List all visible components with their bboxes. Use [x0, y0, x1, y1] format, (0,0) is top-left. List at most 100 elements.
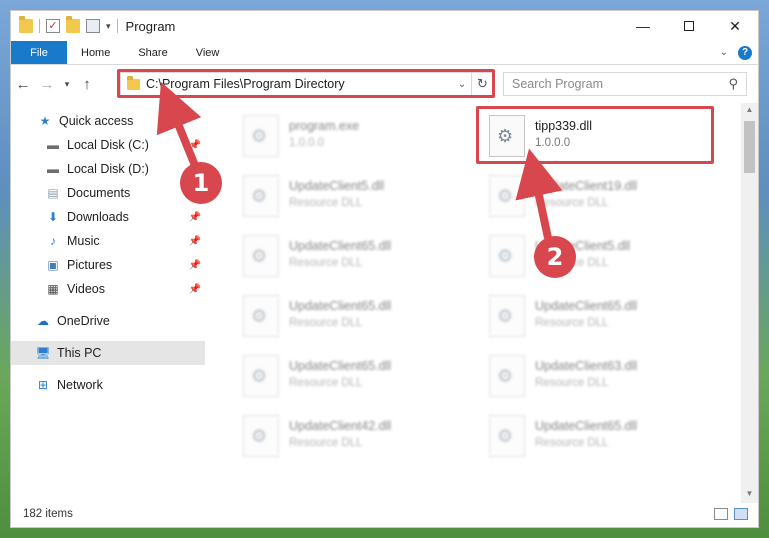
file-type: Resource DLL: [289, 257, 363, 269]
file-type: Resource DLL: [535, 437, 609, 449]
file-name: UpdateClient65.dll: [289, 359, 392, 373]
sidebar-item-network[interactable]: ⊞ Network: [11, 373, 205, 397]
file-item[interactable]: UpdateClient65.dll Resource DLL: [237, 291, 467, 347]
computer-icon: 🖥: [35, 346, 51, 360]
tab-file[interactable]: File: [11, 41, 67, 64]
sidebar-item-downloads[interactable]: ⬇ Downloads 📌: [11, 205, 205, 229]
drive-icon: ▬: [47, 138, 59, 152]
file-item[interactable]: UpdateClient19.dll Resource DLL: [483, 171, 713, 227]
file-version: 1.0.0.0: [289, 137, 325, 149]
download-icon: ⬇: [47, 210, 59, 224]
dll-file-icon: [243, 415, 279, 457]
address-dropdown-chevron-icon[interactable]: ⌄: [453, 79, 471, 90]
scroll-up-arrow-icon[interactable]: ▲: [741, 105, 758, 119]
sidebar-item-onedrive[interactable]: ☁ OneDrive: [11, 309, 205, 333]
window-title: Program: [125, 18, 176, 34]
navigation-pane: ★ Quick access ▬ Local Disk (C:) 📌 ▬ Loc…: [11, 103, 205, 503]
file-name: UpdateClient65.dll: [535, 299, 638, 313]
file-item[interactable]: UpdateClient5.dllResource DLL: [483, 231, 713, 287]
file-item-tipp339-dll[interactable]: tipp339.dll 1.0.0.0: [483, 111, 713, 167]
file-name: UpdateClient19.dll: [535, 179, 638, 193]
tab-share[interactable]: Share: [124, 41, 181, 64]
file-name: UpdateClient65.dll: [535, 419, 638, 433]
status-bar: 182 items: [11, 501, 758, 527]
sidebar-item-pictures[interactable]: ▣ Pictures 📌: [11, 253, 205, 277]
details-view-icon[interactable]: [714, 508, 728, 520]
pin-icon: 📌: [188, 139, 201, 151]
sidebar-item-local-disk-d[interactable]: ▬ Local Disk (D:): [11, 157, 205, 181]
file-type: Resource DLL: [289, 317, 363, 329]
maximize-button[interactable]: [666, 11, 712, 41]
customize-toolbar-chevron-icon[interactable]: ▾: [106, 21, 111, 32]
up-button[interactable]: ↑: [75, 76, 99, 93]
file-item[interactable]: UpdateClient65.dll Resource DLL: [237, 231, 467, 287]
sidebar-item-quick-access[interactable]: ★ Quick access: [11, 109, 205, 133]
cloud-icon: ☁: [37, 314, 49, 328]
star-icon: ★: [39, 114, 51, 128]
sidebar-item-label: OneDrive: [57, 314, 110, 328]
forward-button[interactable]: →: [35, 76, 59, 93]
address-bar[interactable]: C:\Program Files\Program Directory ⌄ ↻: [120, 72, 494, 96]
file-item[interactable]: UpdateClient65.dll Resource DLL: [237, 351, 467, 407]
properties-icon[interactable]: [86, 19, 100, 33]
music-icon: ♪: [50, 234, 56, 248]
address-path[interactable]: C:\Program Files\Program Directory: [146, 77, 345, 91]
sidebar-item-music[interactable]: ♪ Music 📌: [11, 229, 205, 253]
sidebar-item-videos[interactable]: ▦ Videos 📌: [11, 277, 205, 301]
file-item[interactable]: UpdateClient5.dllResource DLL: [237, 171, 467, 227]
vertical-scrollbar[interactable]: ▲ ▼: [741, 103, 758, 503]
large-icons-view-icon[interactable]: [734, 508, 748, 520]
sidebar-item-label: Videos: [67, 282, 105, 296]
maximize-icon: [684, 21, 694, 31]
dll-file-icon: [243, 235, 279, 277]
file-name: UpdateClient63.dll: [535, 359, 638, 373]
sidebar-item-label: Documents: [67, 186, 131, 200]
file-type: Resource DLL: [535, 197, 609, 209]
sidebar-item-label: Pictures: [67, 258, 113, 272]
help-button[interactable]: ?: [738, 45, 752, 60]
search-input[interactable]: Search Program ⚲: [503, 72, 747, 96]
drive-icon: ▬: [47, 162, 59, 176]
sidebar-item-this-pc[interactable]: 🖥 This PC: [11, 341, 205, 365]
expand-ribbon-chevron-icon[interactable]: ⌄: [720, 47, 728, 58]
file-name: UpdateClient65.dll: [289, 239, 392, 253]
pin-icon: 📌: [188, 235, 201, 247]
search-icon[interactable]: ⚲: [728, 76, 738, 92]
file-item[interactable]: UpdateClient65.dll Resource DLL: [483, 411, 713, 467]
minimize-button[interactable]: —: [620, 11, 666, 41]
sidebar-item-label: Local Disk (C:): [67, 138, 149, 152]
file-item[interactable]: UpdateClient42.dll Resource DLL: [237, 411, 467, 467]
close-button[interactable]: ✕: [712, 11, 758, 41]
network-icon: ⊞: [37, 378, 49, 392]
file-type: Resource DLL: [535, 377, 609, 389]
recent-locations-chevron-icon[interactable]: ▾: [59, 79, 75, 90]
file-item[interactable]: UpdateClient63.dll Resource DLL: [483, 351, 713, 407]
dll-file-icon: [243, 175, 279, 217]
sidebar-item-label: Network: [57, 378, 103, 392]
dll-file-icon: [243, 355, 279, 397]
tab-view[interactable]: View: [182, 41, 234, 64]
sidebar-item-local-disk-c[interactable]: ▬ Local Disk (C:) 📌: [11, 133, 205, 157]
file-explorer-window: ✓ ▾ Program — ✕ File Home Share View ⌄ ?…: [10, 10, 759, 528]
file-item-program-exe[interactable]: program.exe 1.0.0.0: [237, 111, 467, 167]
file-item[interactable]: UpdateClient65.dll Resource DLL: [483, 291, 713, 347]
pin-icon: 📌: [188, 283, 201, 295]
navigation-bar: ← → ▾ ↑ C:\Program Files\Program Directo…: [11, 69, 758, 99]
refresh-button[interactable]: ↻: [471, 73, 493, 95]
back-button[interactable]: ←: [11, 76, 35, 93]
step-2-badge: 2: [534, 236, 576, 278]
sidebar-item-label: This PC: [57, 346, 102, 360]
quick-access-toolbar: ✓ ▾: [11, 16, 118, 33]
file-list: program.exe 1.0.0.0 tipp339.dll 1.0.0.0 Up…: [207, 103, 743, 503]
properties-check-icon[interactable]: ✓: [46, 19, 60, 33]
tab-home[interactable]: Home: [67, 41, 124, 64]
view-toggle-group: [714, 508, 748, 520]
file-name: UpdateClient65.dll: [289, 299, 392, 313]
file-name: UpdateClient5.dll: [289, 179, 385, 193]
new-folder-icon[interactable]: [66, 16, 80, 33]
toolbar-divider: [39, 19, 40, 33]
scrollbar-thumb[interactable]: [744, 121, 755, 173]
sidebar-item-documents[interactable]: ▤ Documents 📌: [11, 181, 205, 205]
file-name: tipp339.dll: [535, 119, 592, 133]
file-type: Resource DLL: [289, 377, 363, 389]
